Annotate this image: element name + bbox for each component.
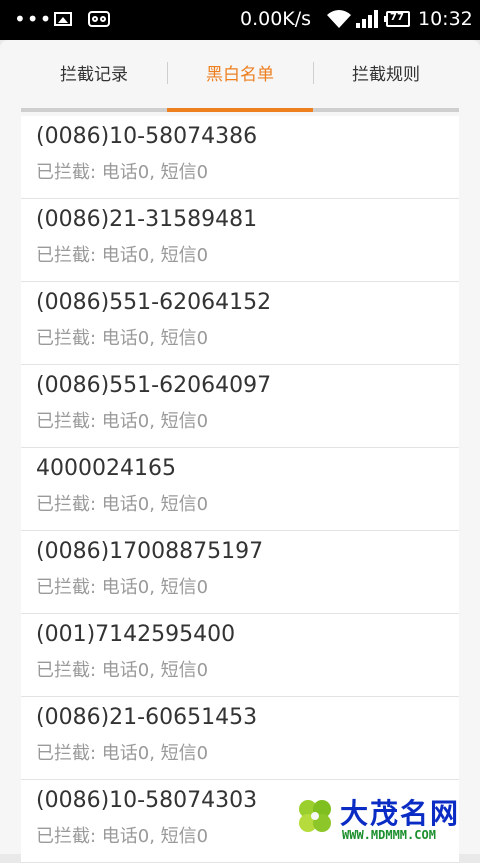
clock: 10:32 (418, 8, 473, 30)
phone-number: (0086)21-60651453 (36, 705, 258, 730)
wifi-icon (327, 10, 351, 28)
notification-dots-icon: ••• (14, 7, 53, 31)
phone-number: (0086)551-62064152 (36, 290, 272, 315)
blocked-stats: 已拦截: 电话0, 短信0 (36, 577, 209, 598)
watermark-title: 大茂名网 (340, 797, 461, 830)
battery-icon: 77 (384, 11, 410, 27)
blocked-stats: 已拦截: 电话0, 短信0 (36, 660, 209, 681)
blocked-stats: 已拦截: 电话0, 短信0 (36, 162, 209, 183)
watermark-url: WWW.MDMMM.COM (342, 828, 436, 842)
list-item[interactable]: (0086)17008875197 已拦截: 电话0, 短信0 (21, 531, 459, 614)
list-item[interactable]: 4000024165 已拦截: 电话0, 短信0 (21, 448, 459, 531)
site-watermark: 大茂名网 WWW.MDMMM.COM (294, 792, 474, 852)
blocked-stats: 已拦截: 电话0, 短信0 (36, 743, 209, 764)
firewall-panel: 拦截记录 黑白名单 拦截规则 (0086)10-58074386 已拦截: 电话… (0, 40, 480, 863)
tab-bar: 拦截记录 黑白名单 拦截规则 (21, 40, 459, 112)
battery-level: 77 (390, 12, 404, 23)
list-item[interactable]: (001)7142595400 已拦截: 电话0, 短信0 (21, 614, 459, 697)
blocked-stats: 已拦截: 电话0, 短信0 (36, 494, 209, 515)
tab-intercept-log[interactable]: 拦截记录 (21, 40, 167, 110)
list-item[interactable]: (0086)21-60651453 已拦截: 电话0, 短信0 (21, 697, 459, 780)
clover-logo-icon (299, 800, 331, 832)
active-tab-indicator (167, 108, 313, 112)
phone-number: (0086)10-58074303 (36, 788, 258, 813)
phone-number: (0086)17008875197 (36, 539, 264, 564)
status-bar: ••• 0.00K/s 77 10:32 (0, 0, 480, 40)
tab-black-white-list[interactable]: 黑白名单 (167, 40, 313, 110)
signal-icon (356, 10, 378, 28)
image-notification-icon (54, 12, 72, 26)
blocked-stats: 已拦截: 电话0, 短信0 (36, 411, 209, 432)
voicemail-icon (88, 11, 110, 27)
phone-number: (0086)10-58074386 (36, 124, 258, 149)
tab-intercept-rules[interactable]: 拦截规则 (313, 40, 459, 110)
phone-number: 4000024165 (36, 456, 176, 481)
list-item[interactable]: (0086)21-31589481 已拦截: 电话0, 短信0 (21, 199, 459, 282)
phone-number: (0086)21-31589481 (36, 207, 258, 232)
phone-number: (001)7142595400 (36, 622, 236, 647)
blocked-stats: 已拦截: 电话0, 短信0 (36, 328, 209, 349)
phone-number: (0086)551-62064097 (36, 373, 272, 398)
list-item[interactable]: (0086)551-62064097 已拦截: 电话0, 短信0 (21, 365, 459, 448)
list-item[interactable]: (0086)10-58074386 已拦截: 电话0, 短信0 (21, 116, 459, 199)
blocked-stats: 已拦截: 电话0, 短信0 (36, 826, 209, 847)
network-speed: 0.00K/s (240, 8, 312, 30)
blacklist: (0086)10-58074386 已拦截: 电话0, 短信0 (0086)21… (21, 116, 459, 863)
list-item[interactable]: (0086)551-62064152 已拦截: 电话0, 短信0 (21, 282, 459, 365)
blocked-stats: 已拦截: 电话0, 短信0 (36, 245, 209, 266)
